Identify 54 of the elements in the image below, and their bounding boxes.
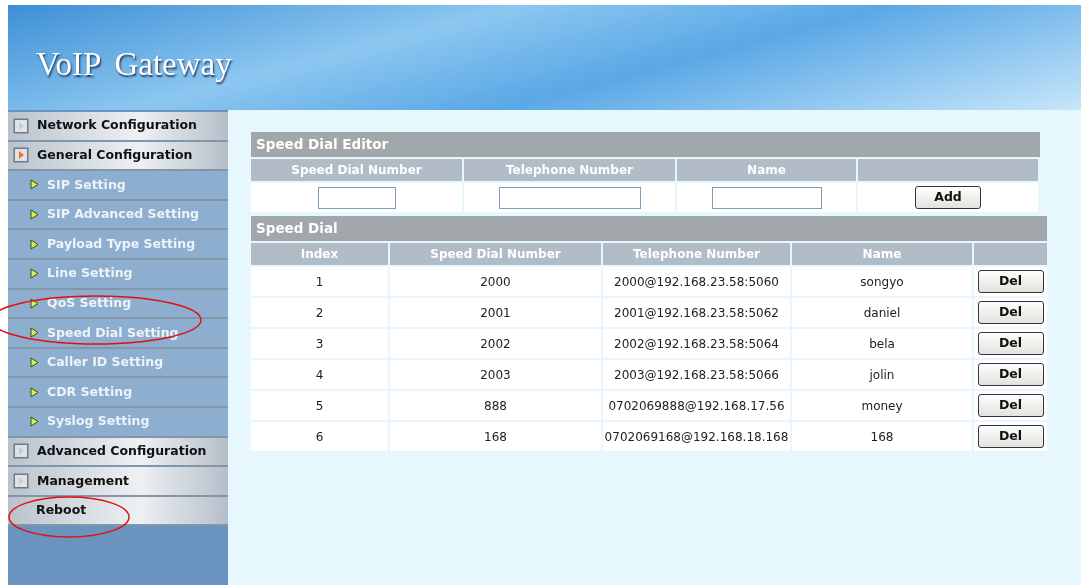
table-cell: 2003: [390, 360, 601, 389]
triangle-icon: [30, 327, 39, 339]
triangle-icon: [30, 179, 39, 191]
input-field[interactable]: [498, 186, 641, 209]
column-header: Name: [792, 243, 972, 265]
input-field[interactable]: [711, 186, 822, 209]
table-cell: bela: [792, 329, 972, 358]
triangle-icon: [30, 238, 39, 250]
add-button[interactable]: Add: [915, 186, 981, 209]
table-cell: 0702069168@192.168.18.168: [603, 422, 790, 451]
table-cell: 2001@192.168.23.58:5062: [603, 298, 790, 327]
triangle-icon: [30, 209, 39, 221]
section-title: Speed Dial: [251, 216, 1047, 241]
table-cell: 2003@192.168.23.58:5066: [603, 360, 790, 389]
triangle-icon: [30, 268, 39, 280]
table-cell: 168: [792, 422, 972, 451]
column-header: Index: [251, 243, 388, 265]
delete-button[interactable]: Del: [977, 394, 1044, 417]
table-cell: 2: [251, 298, 388, 327]
table-cell: 4: [251, 360, 388, 389]
table-cell: money: [792, 391, 972, 420]
table-cell: 888: [390, 391, 601, 420]
table-cell: 5: [251, 391, 388, 420]
app-title: VoIP Gateway: [36, 44, 232, 84]
section-title: Speed Dial Editor: [251, 132, 1040, 157]
column-header: Telephone Number: [464, 159, 675, 181]
column-header: Telephone Number: [603, 243, 790, 265]
delete-button[interactable]: Del: [977, 425, 1044, 448]
table-cell: daniel: [792, 298, 972, 327]
triangle-icon: [30, 416, 39, 428]
delete-button[interactable]: Del: [977, 301, 1044, 324]
column-header: Speed Dial Number: [251, 159, 462, 181]
table-cell: 3: [251, 329, 388, 358]
table-cell: 2002: [390, 329, 601, 358]
table-cell: 1: [251, 267, 388, 296]
triangle-icon: [30, 297, 39, 309]
menu-item[interactable]: Reboot: [36, 501, 87, 520]
triangle-icon: [30, 386, 39, 398]
column-header: Name: [677, 159, 856, 181]
column-header: Speed Dial Number: [390, 243, 601, 265]
table-cell: 2000@192.168.23.58:5060: [603, 267, 790, 296]
table-cell: 6: [251, 422, 388, 451]
input-field[interactable]: [317, 186, 396, 209]
table-cell: songyo: [792, 267, 972, 296]
table-cell: jolin: [792, 360, 972, 389]
delete-button[interactable]: Del: [977, 270, 1044, 293]
table-cell: 0702069888@192.168.17.56: [603, 391, 790, 420]
table-cell: 2000: [390, 267, 601, 296]
delete-button[interactable]: Del: [977, 332, 1044, 355]
delete-button[interactable]: Del: [977, 363, 1044, 386]
triangle-icon: [30, 357, 39, 369]
table-cell: 2001: [390, 298, 601, 327]
table-cell: 168: [390, 422, 601, 451]
table-cell: 2002@192.168.23.58:5064: [603, 329, 790, 358]
